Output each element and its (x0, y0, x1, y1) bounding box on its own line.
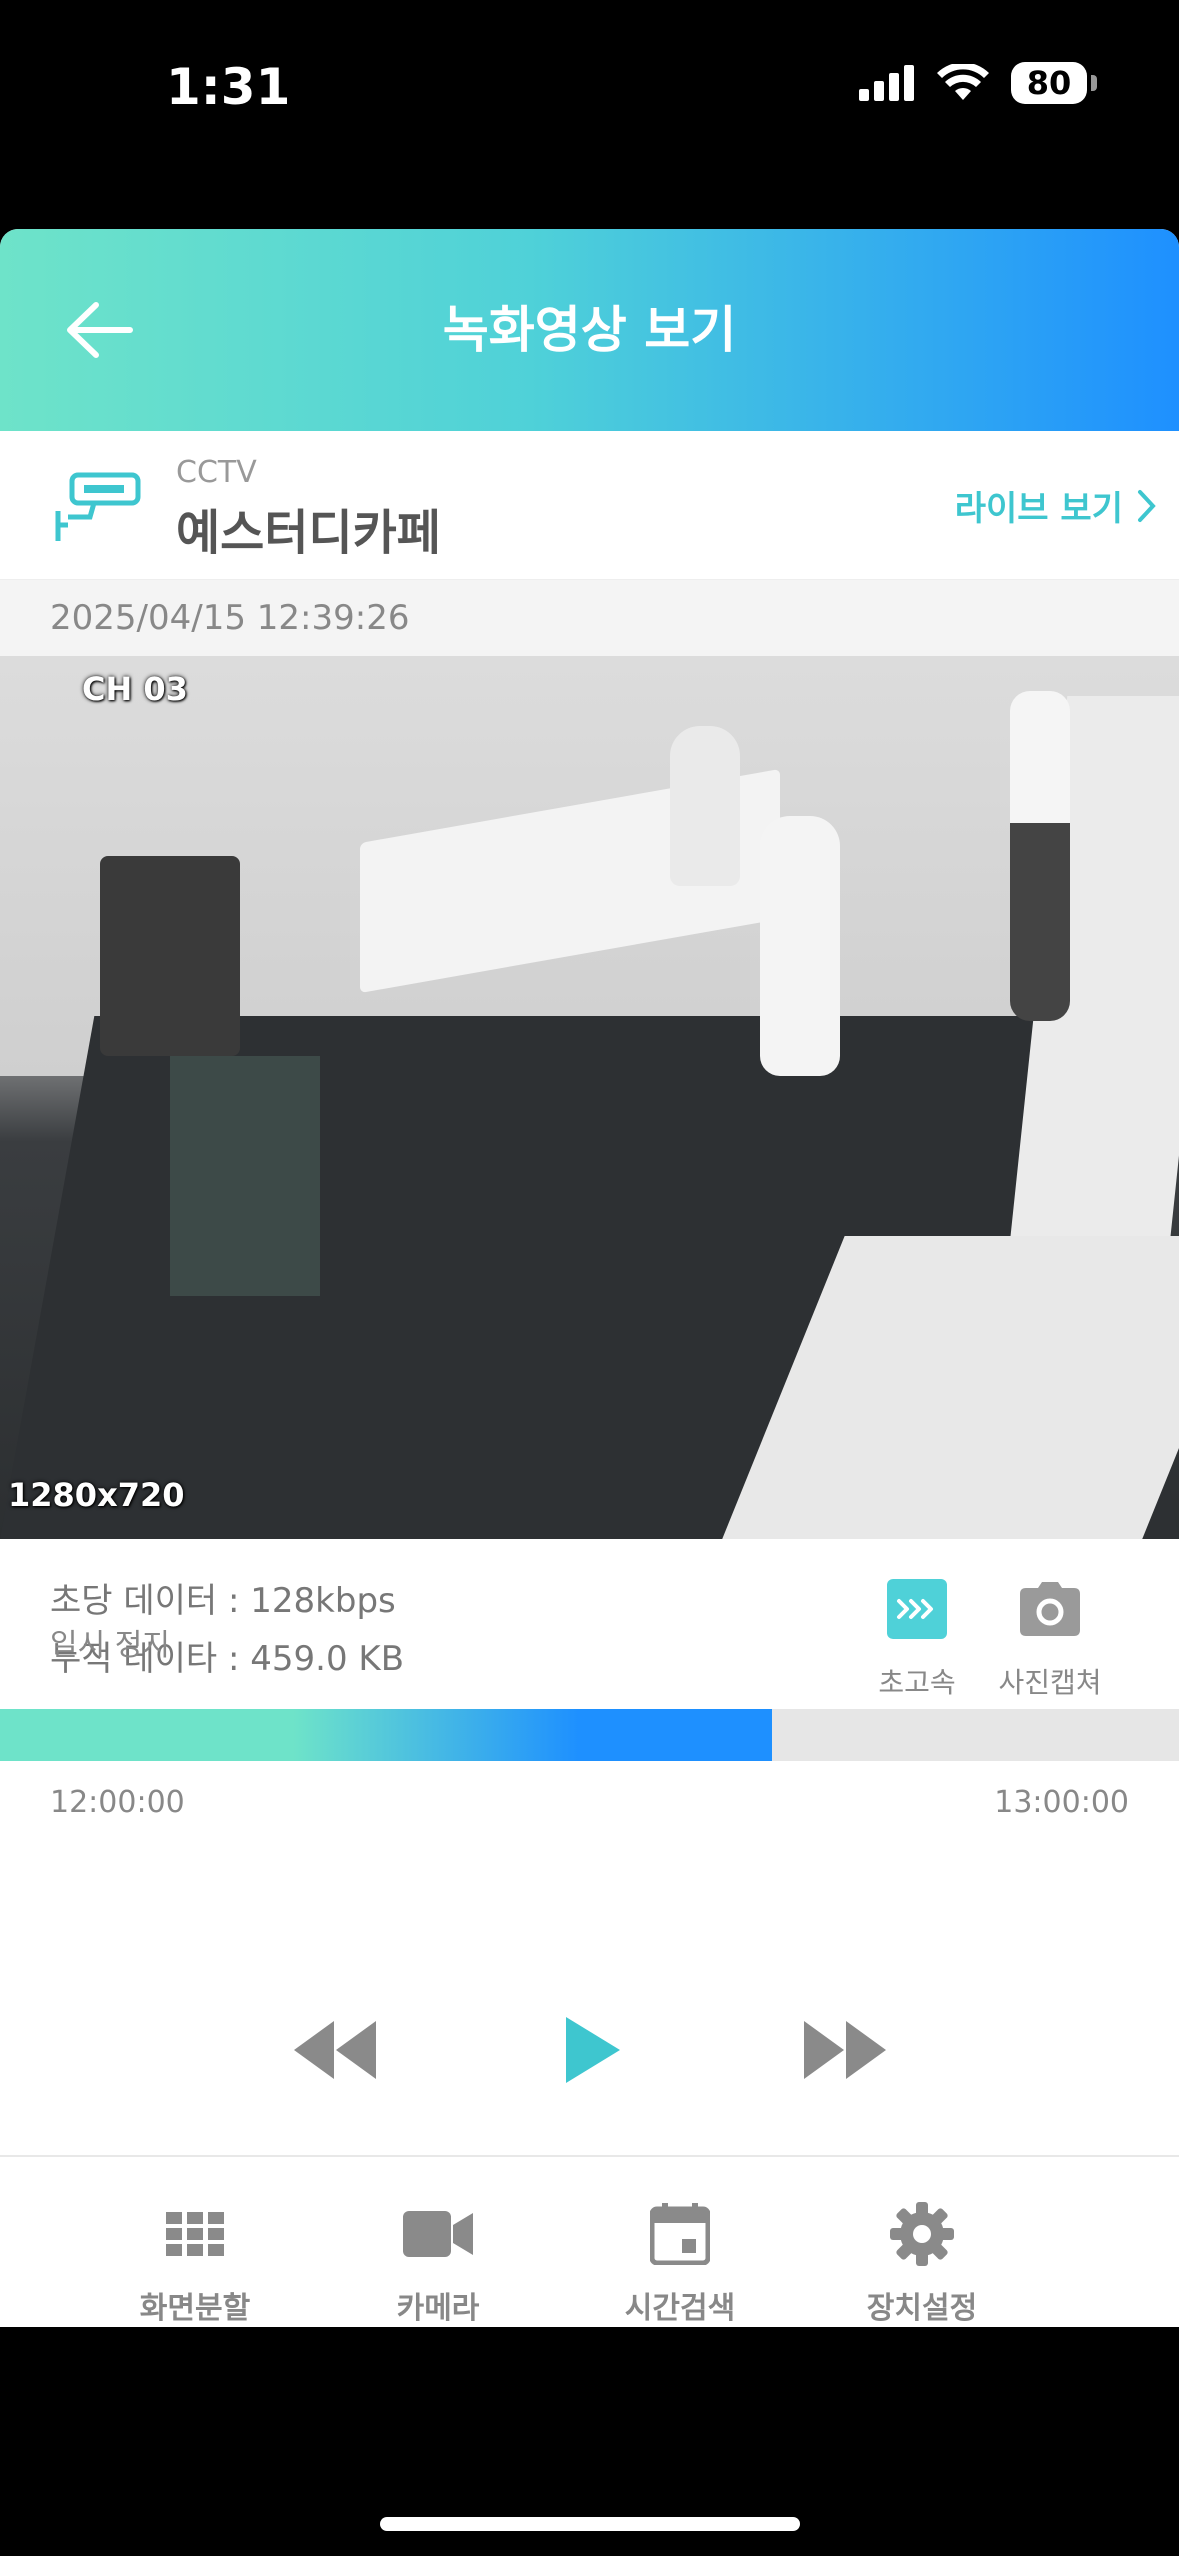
tab-device-settings[interactable]: 장치설정 (822, 2199, 1022, 2327)
battery-icon: 80 (1011, 62, 1097, 104)
live-view-link[interactable]: 라이브 보기 (955, 481, 1157, 530)
photo-capture-button[interactable]: 사진캡쳐 (990, 1579, 1110, 1701)
data-rate: 초당 데이터 : 128kbps (50, 1581, 396, 1621)
tab-time-search[interactable]: 시간검색 (580, 2199, 780, 2327)
channel-label: CH 03 (82, 670, 188, 708)
chevron-right-icon (1138, 489, 1156, 522)
turbo-speed-label: 초고속 (878, 1666, 956, 1699)
video-scene-cabinet (170, 1056, 320, 1296)
timeline-range: 12:00:00 13:00:00 (0, 1761, 1179, 1831)
wifi-icon (937, 64, 989, 100)
fast-forward-icon[interactable] (800, 2015, 890, 2085)
timeline-end: 13:00:00 (994, 1785, 1129, 1820)
playback-state: 일시 정지 (50, 1628, 170, 1663)
info-row: 초당 데이터 : 128kbps 누적 데이타 : 459.0 KB 초고속 사… (0, 1539, 1179, 1709)
camera-icon (1020, 1579, 1080, 1639)
recording-timestamp: 2025/04/15 12:39:26 (0, 580, 1179, 656)
timeline-progress-fill (0, 1709, 773, 1761)
calendar-icon (580, 2199, 780, 2269)
video-player[interactable]: CH 03 1280x720 (0, 656, 1179, 1539)
video-scene-purifier (760, 816, 840, 1076)
photo-capture-label: 사진캡쳐 (998, 1666, 1102, 1699)
bottom-tab-bar: 화면분할 카메라 시간검색 장치설정 (0, 2155, 1179, 2327)
tab-label: 카메라 (396, 2291, 480, 2326)
video-scene-person-standing (1010, 691, 1070, 1021)
home-indicator[interactable] (380, 2517, 800, 2531)
fast-forward-chevrons-icon (887, 1579, 947, 1639)
tab-label: 시간검색 (624, 2291, 736, 2326)
tab-screen-split[interactable]: 화면분할 (95, 2199, 295, 2327)
video-scene-machine (100, 856, 240, 1056)
video-scene-person-seated (670, 726, 740, 886)
app-panel: 녹화영상 보기 CCTV 예스터디카페 라이브 보기 2025/04/15 12… (0, 229, 1179, 2326)
header: 녹화영상 보기 (0, 229, 1179, 431)
tab-label: 장치설정 (866, 2291, 978, 2326)
tab-camera[interactable]: 카메라 (338, 2199, 538, 2327)
grid-icon (95, 2199, 295, 2269)
rewind-icon[interactable] (290, 2015, 380, 2085)
device-type: CCTV (176, 455, 257, 490)
device-row: CCTV 예스터디카페 라이브 보기 (0, 431, 1179, 580)
resolution-label: 1280x720 (8, 1476, 185, 1514)
video-camera-icon (338, 2199, 538, 2269)
status-time: 1:31 (166, 58, 291, 116)
cctv-camera-icon (55, 472, 141, 541)
page-title: 녹화영상 보기 (442, 301, 737, 359)
gear-icon (822, 2199, 1022, 2269)
live-view-label: 라이브 보기 (954, 489, 1123, 529)
timeline-progress-bar[interactable] (0, 1709, 1179, 1761)
turbo-speed-button[interactable]: 초고속 (857, 1579, 977, 1701)
timeline-start: 12:00:00 (50, 1785, 185, 1820)
play-icon[interactable] (562, 2015, 622, 2085)
device-name: 예스터디카페 (176, 505, 441, 561)
cellular-signal-icon (859, 65, 914, 101)
status-icons: 80 (859, 62, 1097, 104)
tab-label: 화면분할 (139, 2291, 251, 2326)
